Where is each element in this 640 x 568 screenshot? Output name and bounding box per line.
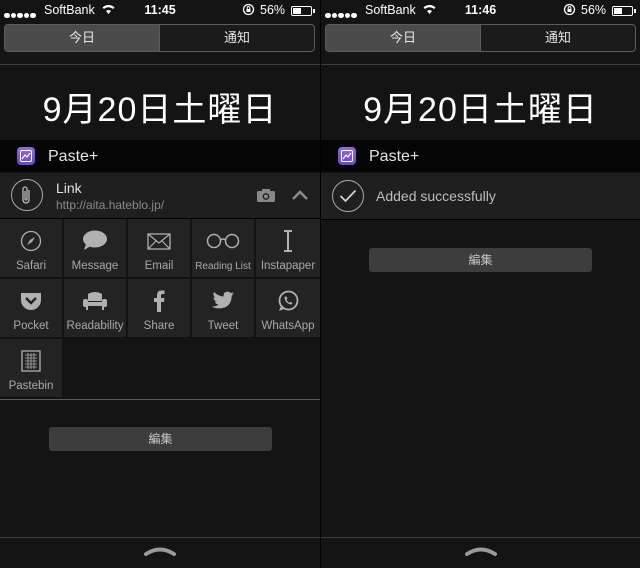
rotation-lock-icon <box>563 3 576 16</box>
action-label: Safari <box>15 260 47 272</box>
paperclip-icon <box>11 179 43 211</box>
camera-icon[interactable] <box>256 188 276 203</box>
battery-icon <box>291 6 315 16</box>
date-heading: 9月20日土曜日 <box>363 91 598 129</box>
action-pastebin[interactable]: Pastebin <box>0 339 63 398</box>
widget-app-name: Paste+ <box>369 148 420 165</box>
paste-app-icon <box>338 147 356 165</box>
status-bar: SoftBank 11:46 56% <box>321 0 640 20</box>
action-label: Tweet <box>207 320 239 332</box>
action-label: Share <box>143 320 175 332</box>
success-message: Added successfully <box>376 188 496 204</box>
paste-app-icon <box>17 147 35 165</box>
divider <box>0 537 320 538</box>
tab-today[interactable]: 今日 <box>5 25 159 51</box>
action-label: Message <box>71 260 119 272</box>
action-share[interactable]: Share <box>128 279 191 338</box>
grabber-handle-icon[interactable] <box>143 546 177 556</box>
action-label: Readability <box>66 320 124 332</box>
action-pocket[interactable]: Pocket <box>0 279 63 338</box>
tab-today[interactable]: 今日 <box>326 25 480 51</box>
tab-notifications[interactable]: 通知 <box>480 25 635 51</box>
twitter-bird-icon <box>192 289 254 313</box>
edit-button[interactable]: 編集 <box>369 248 592 272</box>
compass-icon <box>0 229 62 253</box>
date-heading: 9月20日土曜日 <box>42 91 278 129</box>
action-email[interactable]: Email <box>128 219 191 278</box>
pastebin-icon <box>0 349 62 373</box>
divider <box>321 64 640 65</box>
battery-icon <box>612 6 636 16</box>
pocket-icon <box>0 289 62 313</box>
link-url: http://aita.hateblo.jp/ <box>56 198 165 212</box>
tab-notifications[interactable]: 通知 <box>159 25 314 51</box>
notification-center-left: SoftBank 11:45 56% 今日 通知 9月20日土曜日 Paste+… <box>0 0 320 568</box>
action-label: Pastebin <box>8 380 54 392</box>
action-whatsapp[interactable]: WhatsApp <box>256 279 320 338</box>
segmented-control: 今日 通知 <box>325 24 636 52</box>
battery-percent: 56% <box>581 3 607 17</box>
action-safari[interactable]: Safari <box>0 219 63 278</box>
checkmark-icon <box>332 180 364 212</box>
action-label: WhatsApp <box>261 320 315 332</box>
speech-bubble-icon <box>64 229 126 253</box>
grabber-handle-icon[interactable] <box>464 546 498 556</box>
action-message[interactable]: Message <box>64 219 127 278</box>
divider <box>321 537 640 538</box>
instapaper-icon <box>256 229 320 253</box>
whatsapp-icon <box>256 289 320 313</box>
widget-header[interactable]: Paste+ <box>0 140 320 172</box>
clipboard-link-row[interactable]: Link http://aita.hateblo.jp/ <box>0 173 320 219</box>
chevron-up-icon[interactable] <box>290 188 310 202</box>
action-reading-list[interactable]: Reading List <box>192 219 255 278</box>
envelope-icon <box>128 229 190 253</box>
action-instapaper[interactable]: Instapaper <box>256 219 320 278</box>
action-label: Instapaper <box>260 260 316 272</box>
widget-header[interactable]: Paste+ <box>321 140 640 172</box>
divider <box>0 64 320 65</box>
rotation-lock-icon <box>242 3 255 16</box>
action-label: Email <box>144 260 174 272</box>
divider <box>0 399 320 400</box>
success-message-row: Added successfully <box>321 173 640 220</box>
action-tweet[interactable]: Tweet <box>192 279 255 338</box>
action-label: Reading List <box>195 261 251 272</box>
status-bar: SoftBank 11:45 56% <box>0 0 320 20</box>
edit-button[interactable]: 編集 <box>49 427 272 451</box>
segmented-control: 今日 通知 <box>4 24 315 52</box>
action-readability[interactable]: Readability <box>64 279 127 338</box>
glasses-icon <box>192 229 254 253</box>
battery-percent: 56% <box>260 3 286 17</box>
widget-app-name: Paste+ <box>48 148 99 165</box>
notification-center-right: SoftBank 11:46 56% 今日 通知 9月20日土曜日 Paste+… <box>320 0 640 568</box>
armchair-icon <box>64 289 126 313</box>
facebook-icon <box>128 289 190 313</box>
link-title: Link <box>56 180 82 196</box>
action-label: Pocket <box>13 320 49 332</box>
